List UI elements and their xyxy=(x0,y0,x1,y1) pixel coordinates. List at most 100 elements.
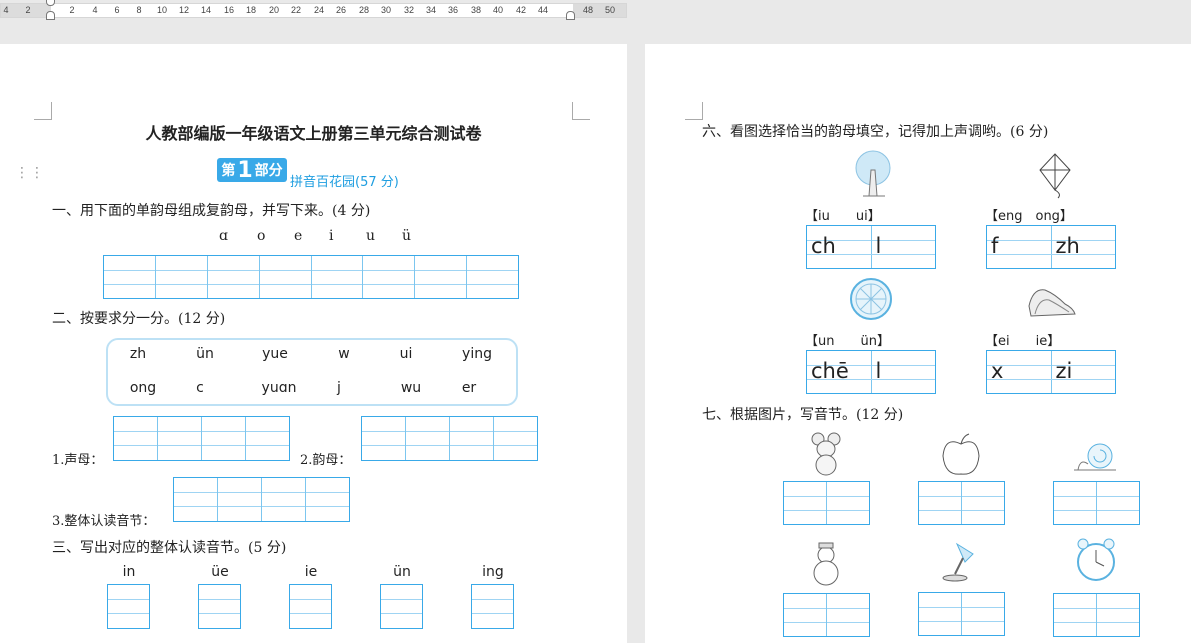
ruler-tick: 32 xyxy=(403,5,415,15)
ruler-tick: 12 xyxy=(178,5,190,15)
syllable-item: ying xyxy=(462,346,492,362)
ruler-tick: 34 xyxy=(425,5,437,15)
writing-grid-q7-5[interactable] xyxy=(918,592,1005,636)
question-1: 一、用下面的单韵母组成复韵母，并写下来。(4 分) xyxy=(52,203,371,219)
syllable-item: yue xyxy=(262,346,288,362)
syllable-box xyxy=(106,338,518,406)
crop-mark xyxy=(685,102,703,120)
writing-grid-shengmu[interactable] xyxy=(113,416,290,461)
ruler-tick: 2 xyxy=(69,5,75,15)
syllable-item: yuɑn xyxy=(261,380,297,396)
writing-grid-q7-4[interactable] xyxy=(783,593,870,637)
ruler-tick: 14 xyxy=(200,5,212,15)
q6-options-1: 【iu ui】 xyxy=(805,209,881,224)
ruler-tick: 8 xyxy=(136,5,142,15)
vowel-item: ɑ xyxy=(219,228,228,244)
ruler-tick: 42 xyxy=(515,5,527,15)
clock-icon xyxy=(1077,538,1115,581)
fill-grid-4[interactable]: x zi xyxy=(986,350,1116,394)
q6-options-4: 【ei ie】 xyxy=(985,334,1061,349)
ruler-tick: 38 xyxy=(470,5,482,15)
apple-icon xyxy=(942,433,980,475)
vowel-item: e xyxy=(294,228,303,244)
lamp-icon xyxy=(942,542,974,582)
fill-cell: f xyxy=(987,226,1052,268)
ruler-tick: 30 xyxy=(380,5,392,15)
label-shengmu: 1.声母： xyxy=(52,453,104,468)
syllable-item: c xyxy=(196,380,204,396)
writing-grid-q7-1[interactable] xyxy=(783,481,870,525)
document-page-left[interactable]: ⋮⋮ 人教部编版一年级语文上册第三单元综合测试卷 第 1 部分 拼音百花园(57 分… xyxy=(0,44,627,643)
badge-post: 部分 xyxy=(254,163,283,179)
vowel-item: ü xyxy=(402,228,412,244)
horizontal-ruler[interactable]: 4 2 2 4 6 8 10 12 14 16 18 20 22 24 26 28 30 32 34 36 38 40 42… xyxy=(0,0,1191,42)
ruler-tick: 36 xyxy=(447,5,459,15)
syllable-item: ün xyxy=(196,346,214,362)
question-7: 七、根据图片，写音节。(12 分) xyxy=(702,407,904,423)
q3-writing-grid[interactable] xyxy=(289,584,332,629)
part-badge: 第 1 部分 xyxy=(217,157,287,183)
fill-cell: zi xyxy=(1055,359,1073,383)
ruler-tick: 4 xyxy=(3,5,9,15)
fill-cell: l xyxy=(875,234,882,258)
mouse-icon xyxy=(811,432,841,476)
writing-grid-q7-6[interactable] xyxy=(1053,593,1140,637)
fill-grid-2[interactable]: f zh xyxy=(986,225,1116,269)
ruler-tick: 26 xyxy=(335,5,347,15)
q3-label: ie xyxy=(304,564,318,580)
ruler-tick: 2 xyxy=(25,5,31,15)
ruler-tick: 44 xyxy=(537,5,549,15)
ruler-tick: 24 xyxy=(313,5,325,15)
part-subtitle: 拼音百花园(57 分) xyxy=(290,175,399,190)
fill-grid-1[interactable]: ch l xyxy=(806,225,936,269)
kite-icon xyxy=(1039,153,1071,199)
badge-num: 1 xyxy=(237,157,253,183)
syllable-item: er xyxy=(461,380,477,396)
q3-label: in xyxy=(122,564,136,580)
writing-grid-q7-2[interactable] xyxy=(918,481,1005,525)
fill-cell: l xyxy=(875,359,882,383)
syllable-item: ong xyxy=(129,380,157,396)
right-indent-marker[interactable] xyxy=(566,11,575,20)
q3-writing-grid[interactable] xyxy=(107,584,150,629)
syllable-item: ui xyxy=(399,346,413,362)
drag-handle-icon[interactable]: ⋮⋮ xyxy=(15,166,45,180)
fill-cell: zh xyxy=(1055,234,1080,258)
ruler-tick: 6 xyxy=(114,5,120,15)
q3-label: üe xyxy=(211,564,229,580)
tree-icon xyxy=(855,150,891,197)
vowel-item: u xyxy=(366,228,376,244)
label-yunmu: 2.韵母： xyxy=(300,453,352,468)
q3-writing-grid[interactable] xyxy=(471,584,514,629)
ruler-tick: 22 xyxy=(290,5,302,15)
document-page-right[interactable]: 六、看图选择恰当的韵母填空，记得加上声调哟。(6 分) 【iu ui】 【eng… xyxy=(645,44,1191,643)
ruler-tick: 20 xyxy=(268,5,280,15)
crop-mark xyxy=(572,102,590,120)
q3-writing-grid[interactable] xyxy=(380,584,423,629)
question-6: 六、看图选择恰当的韵母填空，记得加上声调哟。(6 分) xyxy=(702,124,1049,140)
snowman-icon xyxy=(813,542,839,586)
vowel-item: i xyxy=(329,228,334,244)
q6-options-2: 【eng ong】 xyxy=(985,209,1073,224)
q3-label: ün xyxy=(393,564,411,580)
crop-mark xyxy=(34,102,52,120)
shoes-icon xyxy=(1028,289,1076,317)
syllable-item: wu xyxy=(400,380,422,396)
question-2: 二、按要求分一分。(12 分) xyxy=(52,311,226,327)
writing-grid-q1[interactable] xyxy=(103,255,519,299)
writing-grid-zhengti[interactable] xyxy=(173,477,350,522)
q3-writing-grid[interactable] xyxy=(198,584,241,629)
fill-cell: ch xyxy=(807,226,872,268)
ruler-tick: 4 xyxy=(92,5,98,15)
document-title: 人教部编版一年级语文上册第三单元综合测试卷 xyxy=(145,124,482,143)
hanging-indent-marker[interactable] xyxy=(46,11,55,20)
wheel-icon xyxy=(850,278,892,320)
writing-grid-yunmu[interactable] xyxy=(361,416,538,461)
writing-grid-q7-3[interactable] xyxy=(1053,481,1140,525)
fill-grid-3[interactable]: chē l xyxy=(806,350,936,394)
q6-options-3: 【un ün】 xyxy=(805,334,890,349)
question-3: 三、写出对应的整体认读音节。(5 分) xyxy=(52,540,287,556)
syllable-item: zh xyxy=(129,346,147,362)
ruler-tick: 10 xyxy=(156,5,168,15)
q3-label: ing xyxy=(482,564,504,580)
